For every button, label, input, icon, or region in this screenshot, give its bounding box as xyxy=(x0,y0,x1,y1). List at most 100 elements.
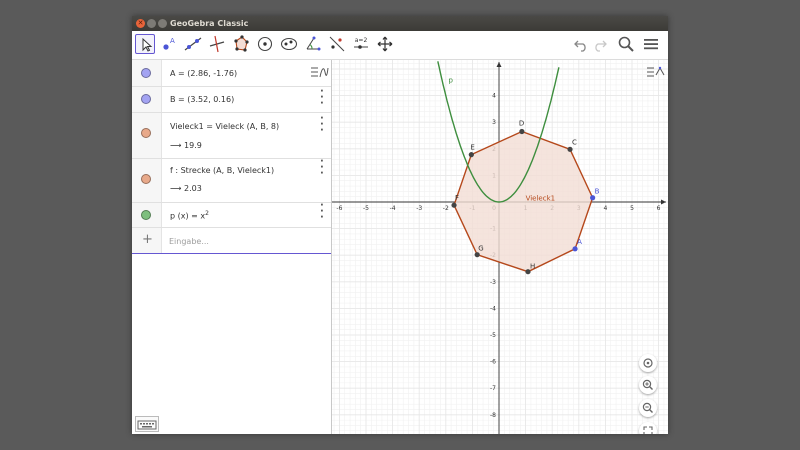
point-A[interactable] xyxy=(572,246,578,252)
point-label: C xyxy=(572,138,577,146)
algebra-item-vieleck1[interactable]: Vieleck1 = Vieleck (A, B, 8) ⟶ 19.9 · · · xyxy=(132,113,331,159)
keyboard-icon xyxy=(137,420,157,430)
more-options-button[interactable]: · · · xyxy=(320,114,324,136)
add-icon[interactable]: + xyxy=(142,232,153,247)
algebra-definition: p (x) = x2 xyxy=(170,210,209,221)
redo-button[interactable] xyxy=(591,35,609,57)
more-options-button[interactable]: · · · xyxy=(320,87,324,109)
point-E[interactable] xyxy=(468,152,474,158)
window-title: GeoGebra Classic xyxy=(170,19,249,28)
move-tool[interactable] xyxy=(135,34,155,54)
close-window-button[interactable]: ✕ xyxy=(136,19,145,28)
circle-tool[interactable] xyxy=(255,34,275,54)
algebra-definition: A = (2.86, -1.76) xyxy=(170,69,238,78)
algebra-item-B[interactable]: B = (3.52, 0.16) · · · xyxy=(132,87,331,113)
polygon-tool[interactable] xyxy=(231,34,251,54)
search-button[interactable] xyxy=(617,35,635,57)
value-arrow: ⟶ xyxy=(170,141,182,150)
slider-tool-label: a=2 xyxy=(355,37,368,44)
point-label: E xyxy=(470,144,474,152)
app-window: ✕ GeoGebra Classic A a=2 A = (2.86, -1.7… xyxy=(132,16,668,434)
visibility-toggle-A[interactable] xyxy=(141,68,151,78)
conic-tool[interactable] xyxy=(279,34,299,54)
graphics-style-button[interactable] xyxy=(645,64,665,78)
y-tick-label: -6 xyxy=(490,359,496,366)
value-arrow: ⟶ xyxy=(170,184,182,193)
angle-tool[interactable] xyxy=(303,34,323,54)
algebra-input-row[interactable]: + Eingabe... xyxy=(132,228,331,254)
algebra-item-p[interactable]: p (x) = x2 · · · xyxy=(132,201,331,228)
point-G[interactable] xyxy=(474,252,480,258)
curve-label: p xyxy=(448,76,453,84)
visibility-toggle-vieleck1[interactable] xyxy=(141,128,151,138)
x-tick-label: 4 xyxy=(603,205,607,212)
toolbar: A a=2 xyxy=(132,31,668,60)
search-icon xyxy=(618,36,634,52)
algebra-definition: B = (3.52, 0.16) xyxy=(170,95,235,104)
algebra-input[interactable]: Eingabe... xyxy=(169,237,209,246)
algebra-item-A[interactable]: A = (2.86, -1.76) xyxy=(132,60,331,87)
graphics-settings-icon xyxy=(647,66,665,77)
point-tool[interactable]: A xyxy=(159,34,179,54)
graphics-canvas[interactable]: -6-5-4-3-2-101234564321-1-2-3-4-5-6-7-8-… xyxy=(332,60,668,434)
visibility-toggle-p[interactable] xyxy=(141,210,151,220)
keyboard-button[interactable] xyxy=(135,416,159,432)
y-tick-label: 3 xyxy=(492,119,496,126)
y-tick-label: -7 xyxy=(490,385,496,392)
fullscreen-icon xyxy=(643,426,653,434)
zoom-out-button[interactable] xyxy=(639,399,657,417)
undo-button[interactable] xyxy=(572,35,590,57)
standard-view-button[interactable] xyxy=(639,354,657,372)
point-C[interactable] xyxy=(567,146,573,152)
reflect-tool[interactable] xyxy=(327,34,347,54)
point-label: H xyxy=(530,263,535,271)
algebra-item-f[interactable]: f : Strecke (A, B, Vieleck1) ⟶ 2.03 · · · xyxy=(132,157,331,203)
algebra-value: ⟶ 2.03 xyxy=(170,184,202,193)
visibility-toggle-f[interactable] xyxy=(141,174,151,184)
point-B[interactable] xyxy=(590,195,596,201)
y-tick-label: -8 xyxy=(490,412,496,419)
point-label: A xyxy=(577,238,582,246)
line-tool[interactable] xyxy=(183,34,203,54)
x-tick-label: -6 xyxy=(336,205,342,212)
point-label: G xyxy=(478,245,483,253)
graphics-view[interactable]: -6-5-4-3-2-101234564321-1-2-3-4-5-6-7-8-… xyxy=(332,60,668,434)
y-tick-label: 4 xyxy=(492,93,496,100)
x-tick-label: -4 xyxy=(390,205,396,212)
zoom-in-button[interactable] xyxy=(639,376,657,394)
zoom-in-icon xyxy=(642,379,653,390)
point-D[interactable] xyxy=(519,128,525,135)
slider-tool[interactable]: a=2 xyxy=(351,34,371,54)
y-axis-arrow xyxy=(496,62,502,67)
y-tick-label: -5 xyxy=(490,332,496,339)
perpendicular-line-tool[interactable] xyxy=(207,34,227,54)
zoom-out-icon xyxy=(642,402,653,413)
title-bar: ✕ GeoGebra Classic xyxy=(132,16,668,31)
svg-text:A: A xyxy=(170,37,175,45)
x-tick-label: -2 xyxy=(443,205,449,212)
menu-icon xyxy=(644,39,658,50)
move-graphics-tool[interactable] xyxy=(375,34,395,54)
main-menu-button[interactable] xyxy=(642,35,660,57)
point-label: F xyxy=(455,194,459,202)
point-F[interactable] xyxy=(451,202,457,208)
y-tick-label: -3 xyxy=(490,279,496,286)
minimize-window-button[interactable] xyxy=(147,19,156,28)
x-tick-label: -5 xyxy=(363,205,369,212)
algebra-view: A = (2.86, -1.76) B = (3.52, 0.16) · · · V… xyxy=(132,60,332,434)
more-options-button[interactable]: · · · xyxy=(320,157,324,179)
y-tick-label: -4 xyxy=(490,305,496,312)
redo-icon xyxy=(595,40,607,52)
undo-icon xyxy=(574,40,586,52)
more-options-button[interactable]: · · · xyxy=(320,201,324,223)
home-view-icon xyxy=(643,358,653,368)
x-axis-arrow xyxy=(661,199,666,205)
visibility-toggle-B[interactable] xyxy=(141,94,151,104)
x-tick-label: 6 xyxy=(657,205,661,212)
fullscreen-button[interactable] xyxy=(639,422,657,434)
algebra-value: ⟶ 19.9 xyxy=(170,141,202,150)
maximize-window-button[interactable] xyxy=(158,19,167,28)
polygon-vieleck1 xyxy=(453,130,594,273)
x-tick-label: -3 xyxy=(416,205,422,212)
algebra-definition: Vieleck1 = Vieleck (A, B, 8) xyxy=(170,122,280,131)
